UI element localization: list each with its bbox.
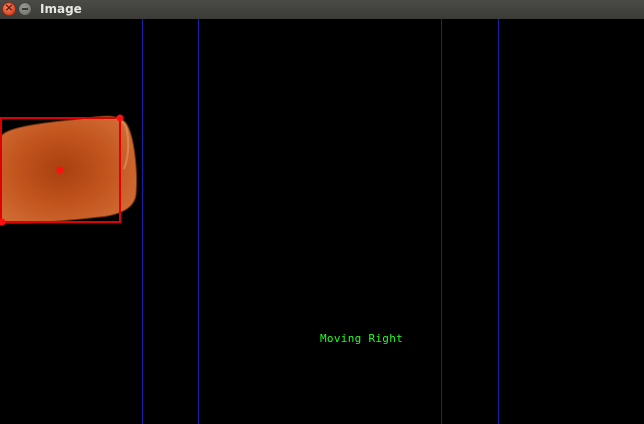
corner-point-top-right bbox=[116, 114, 124, 122]
close-glyph: × bbox=[4, 1, 14, 14]
window-title: Image bbox=[40, 2, 82, 16]
centroid-point bbox=[56, 166, 64, 174]
minimize-icon[interactable] bbox=[18, 2, 32, 16]
title-bar[interactable]: × Image bbox=[0, 0, 644, 20]
tracked-object bbox=[0, 115, 137, 224]
tracked-object-overlay bbox=[0, 114, 137, 226]
minimize-glyph bbox=[22, 8, 28, 10]
close-icon[interactable]: × bbox=[2, 1, 16, 16]
image-window: × Image Moving Right bbox=[0, 0, 644, 424]
status-text: Moving Right bbox=[320, 332, 404, 345]
camera-frame: Moving Right bbox=[0, 19, 644, 424]
